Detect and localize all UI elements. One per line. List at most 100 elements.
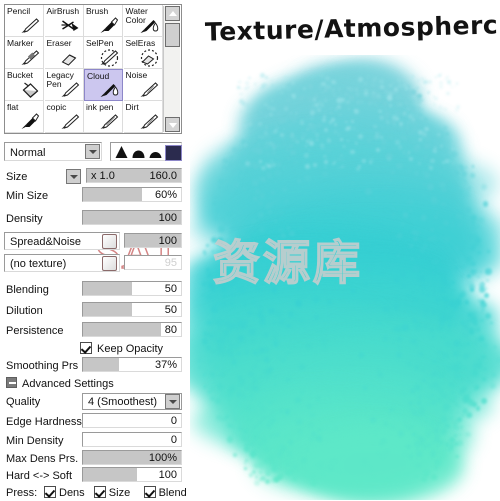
brush-tool-label: SelPen	[86, 38, 114, 48]
brush-shape-option-1[interactable]	[114, 145, 129, 159]
row-smoothing-prs[interactable]: Smoothing Prs 37%	[4, 357, 182, 374]
blend-mode-dropdown[interactable]: Normal	[4, 142, 102, 161]
persistence-slider[interactable]: 80	[82, 322, 182, 337]
keep-opacity-label: Keep Opacity	[97, 343, 164, 355]
dirt-icon	[138, 113, 160, 131]
brush-shape-option-4[interactable]	[165, 145, 182, 161]
advanced-settings-header[interactable]: Advanced Settings	[4, 375, 182, 392]
edge-hardness-slider[interactable]: 0	[82, 413, 182, 428]
selpen-icon	[98, 49, 120, 67]
row-persistence[interactable]: Persistence 80	[4, 322, 182, 339]
brush-tool-palette[interactable]: Pencil AirBrush Brush Water Color Marker Eras…	[4, 4, 182, 134]
row-quality[interactable]: Quality 4 (Smoothest)	[4, 393, 182, 410]
spread-noise-texture-icon[interactable]	[102, 234, 117, 249]
watercolor-icon	[138, 17, 160, 35]
row-edge-hardness[interactable]: Edge Hardness 0	[4, 413, 182, 430]
brush-tool-noise[interactable]: Noise	[123, 69, 163, 101]
brush-tool-brush[interactable]: Brush	[84, 5, 123, 37]
hard-soft-value: 100	[158, 469, 177, 481]
min-size-slider[interactable]: 60%	[82, 187, 182, 202]
size-dropdown-icon[interactable]	[66, 169, 81, 184]
texture-select-icon[interactable]	[102, 256, 117, 271]
brush-tool-label: Brush	[86, 6, 109, 16]
brush-tool-airbrush[interactable]: AirBrush	[44, 5, 84, 37]
brush-tool-label: Dirt	[125, 102, 139, 112]
brush-tool-ink-pen[interactable]: ink pen	[84, 101, 123, 133]
row-press-options[interactable]: Press: Dens Size Blend	[4, 484, 187, 501]
texture-button[interactable]: (no texture)	[4, 254, 120, 272]
spread-noise-slider[interactable]: 100	[124, 233, 182, 248]
brush-tool-bucket[interactable]: Bucket	[5, 69, 44, 101]
max-dens-prs-label: Max Dens Prs.	[6, 453, 79, 465]
size-slider[interactable]: x 1.0 160.0	[86, 168, 182, 183]
smoothing-prs-slider[interactable]: 37%	[82, 357, 182, 372]
row-max-dens-prs[interactable]: Max Dens Prs. 100%	[4, 450, 182, 467]
brush-tool-cloud[interactable]: Cloud	[84, 69, 123, 101]
brush-tool-marker[interactable]: Marker	[5, 37, 44, 69]
keep-opacity-checkbox[interactable]	[80, 342, 92, 354]
brush-tool-selpen[interactable]: SelPen	[84, 37, 123, 69]
chevron-down-icon[interactable]	[85, 144, 100, 159]
dilution-slider[interactable]: 50	[82, 302, 182, 317]
smoothing-prs-label: Smoothing Prs	[6, 360, 79, 372]
blending-slider[interactable]: 50	[82, 281, 182, 296]
brush-tool-label: Cloud	[87, 71, 110, 81]
row-min-density[interactable]: Min Density 0	[4, 432, 182, 449]
press-size-checkbox[interactable]	[93, 486, 106, 498]
brush-tool-label: Eraser	[46, 38, 72, 48]
brush-tool-seleras[interactable]: SelEras	[123, 37, 163, 69]
blend-mode-value: Normal	[10, 147, 46, 159]
press-dens-checkbox[interactable]	[44, 486, 56, 498]
spread-noise-button[interactable]: Spread&Noise	[4, 232, 120, 250]
quality-dropdown[interactable]: 4 (Smoothest)	[82, 393, 182, 410]
row-size[interactable]: Size x 1.0 160.0	[4, 168, 182, 185]
blending-label: Blending	[6, 284, 49, 296]
quality-chevron-down-icon[interactable]	[165, 394, 180, 409]
brush-tool-copic[interactable]: copic	[44, 101, 84, 133]
row-keep-opacity[interactable]: Keep Opacity	[4, 340, 182, 357]
persistence-value: 80	[164, 324, 177, 336]
brush-tool-eraser[interactable]: Eraser	[44, 37, 84, 69]
eraser-icon	[59, 49, 81, 67]
hard-soft-slider[interactable]: 100	[82, 467, 182, 482]
brush-tool-label: Marker	[7, 38, 34, 48]
press-dens-label: Dens	[59, 487, 85, 499]
brush-tool-grid[interactable]: Pencil AirBrush Brush Water Color Marker Eras…	[5, 5, 164, 133]
density-label: Density	[6, 213, 43, 225]
dilution-value: 50	[164, 304, 177, 316]
max-dens-prs-value: 100%	[148, 452, 177, 464]
brush-tool-water-color[interactable]: Water Color	[123, 5, 163, 37]
min-density-value: 0	[170, 434, 177, 446]
press-blend-label: Blend	[158, 487, 187, 499]
brush-tool-pencil[interactable]: Pencil	[5, 5, 44, 37]
row-density[interactable]: Density 100	[4, 210, 182, 227]
airbrush-icon	[59, 17, 81, 35]
spread-noise-label: Spread&Noise	[10, 236, 81, 248]
size-value: 160.0	[149, 170, 177, 182]
inkpen-icon	[98, 113, 120, 131]
density-slider[interactable]: 100	[82, 210, 182, 225]
brush-shape-option-3[interactable]	[148, 145, 163, 159]
row-dilution[interactable]: Dilution 50	[4, 302, 182, 319]
row-hard-soft[interactable]: Hard <-> Soft 100	[4, 467, 182, 484]
scroll-up-arrow-icon[interactable]	[165, 6, 180, 21]
brush-shape-selector[interactable]	[110, 142, 182, 161]
min-density-slider[interactable]: 0	[82, 432, 182, 447]
brush-shape-option-2[interactable]	[131, 145, 146, 159]
brush-tool-legacy-pen[interactable]: Legacy Pen	[44, 69, 84, 101]
brush-tool-flat[interactable]: flat	[5, 101, 44, 133]
texture-slider: 95	[124, 255, 182, 270]
row-blending[interactable]: Blending 50	[4, 281, 182, 298]
max-dens-prs-slider[interactable]: 100%	[82, 450, 182, 465]
brush-tool-dirt[interactable]: Dirt	[123, 101, 163, 133]
collapse-minus-icon[interactable]	[6, 377, 17, 388]
brush-tool-label: ink pen	[86, 102, 114, 112]
press-blend-checkbox[interactable]	[143, 486, 156, 498]
scrollbar-thumb[interactable]	[165, 23, 180, 47]
press-label: Press:	[6, 487, 38, 499]
row-min-size[interactable]: Min Size 60%	[4, 187, 182, 204]
scroll-down-arrow-icon[interactable]	[165, 117, 180, 132]
brush-palette-scrollbar[interactable]	[163, 6, 180, 132]
press-size-label: Size	[108, 487, 131, 499]
bucket-icon	[19, 81, 41, 99]
